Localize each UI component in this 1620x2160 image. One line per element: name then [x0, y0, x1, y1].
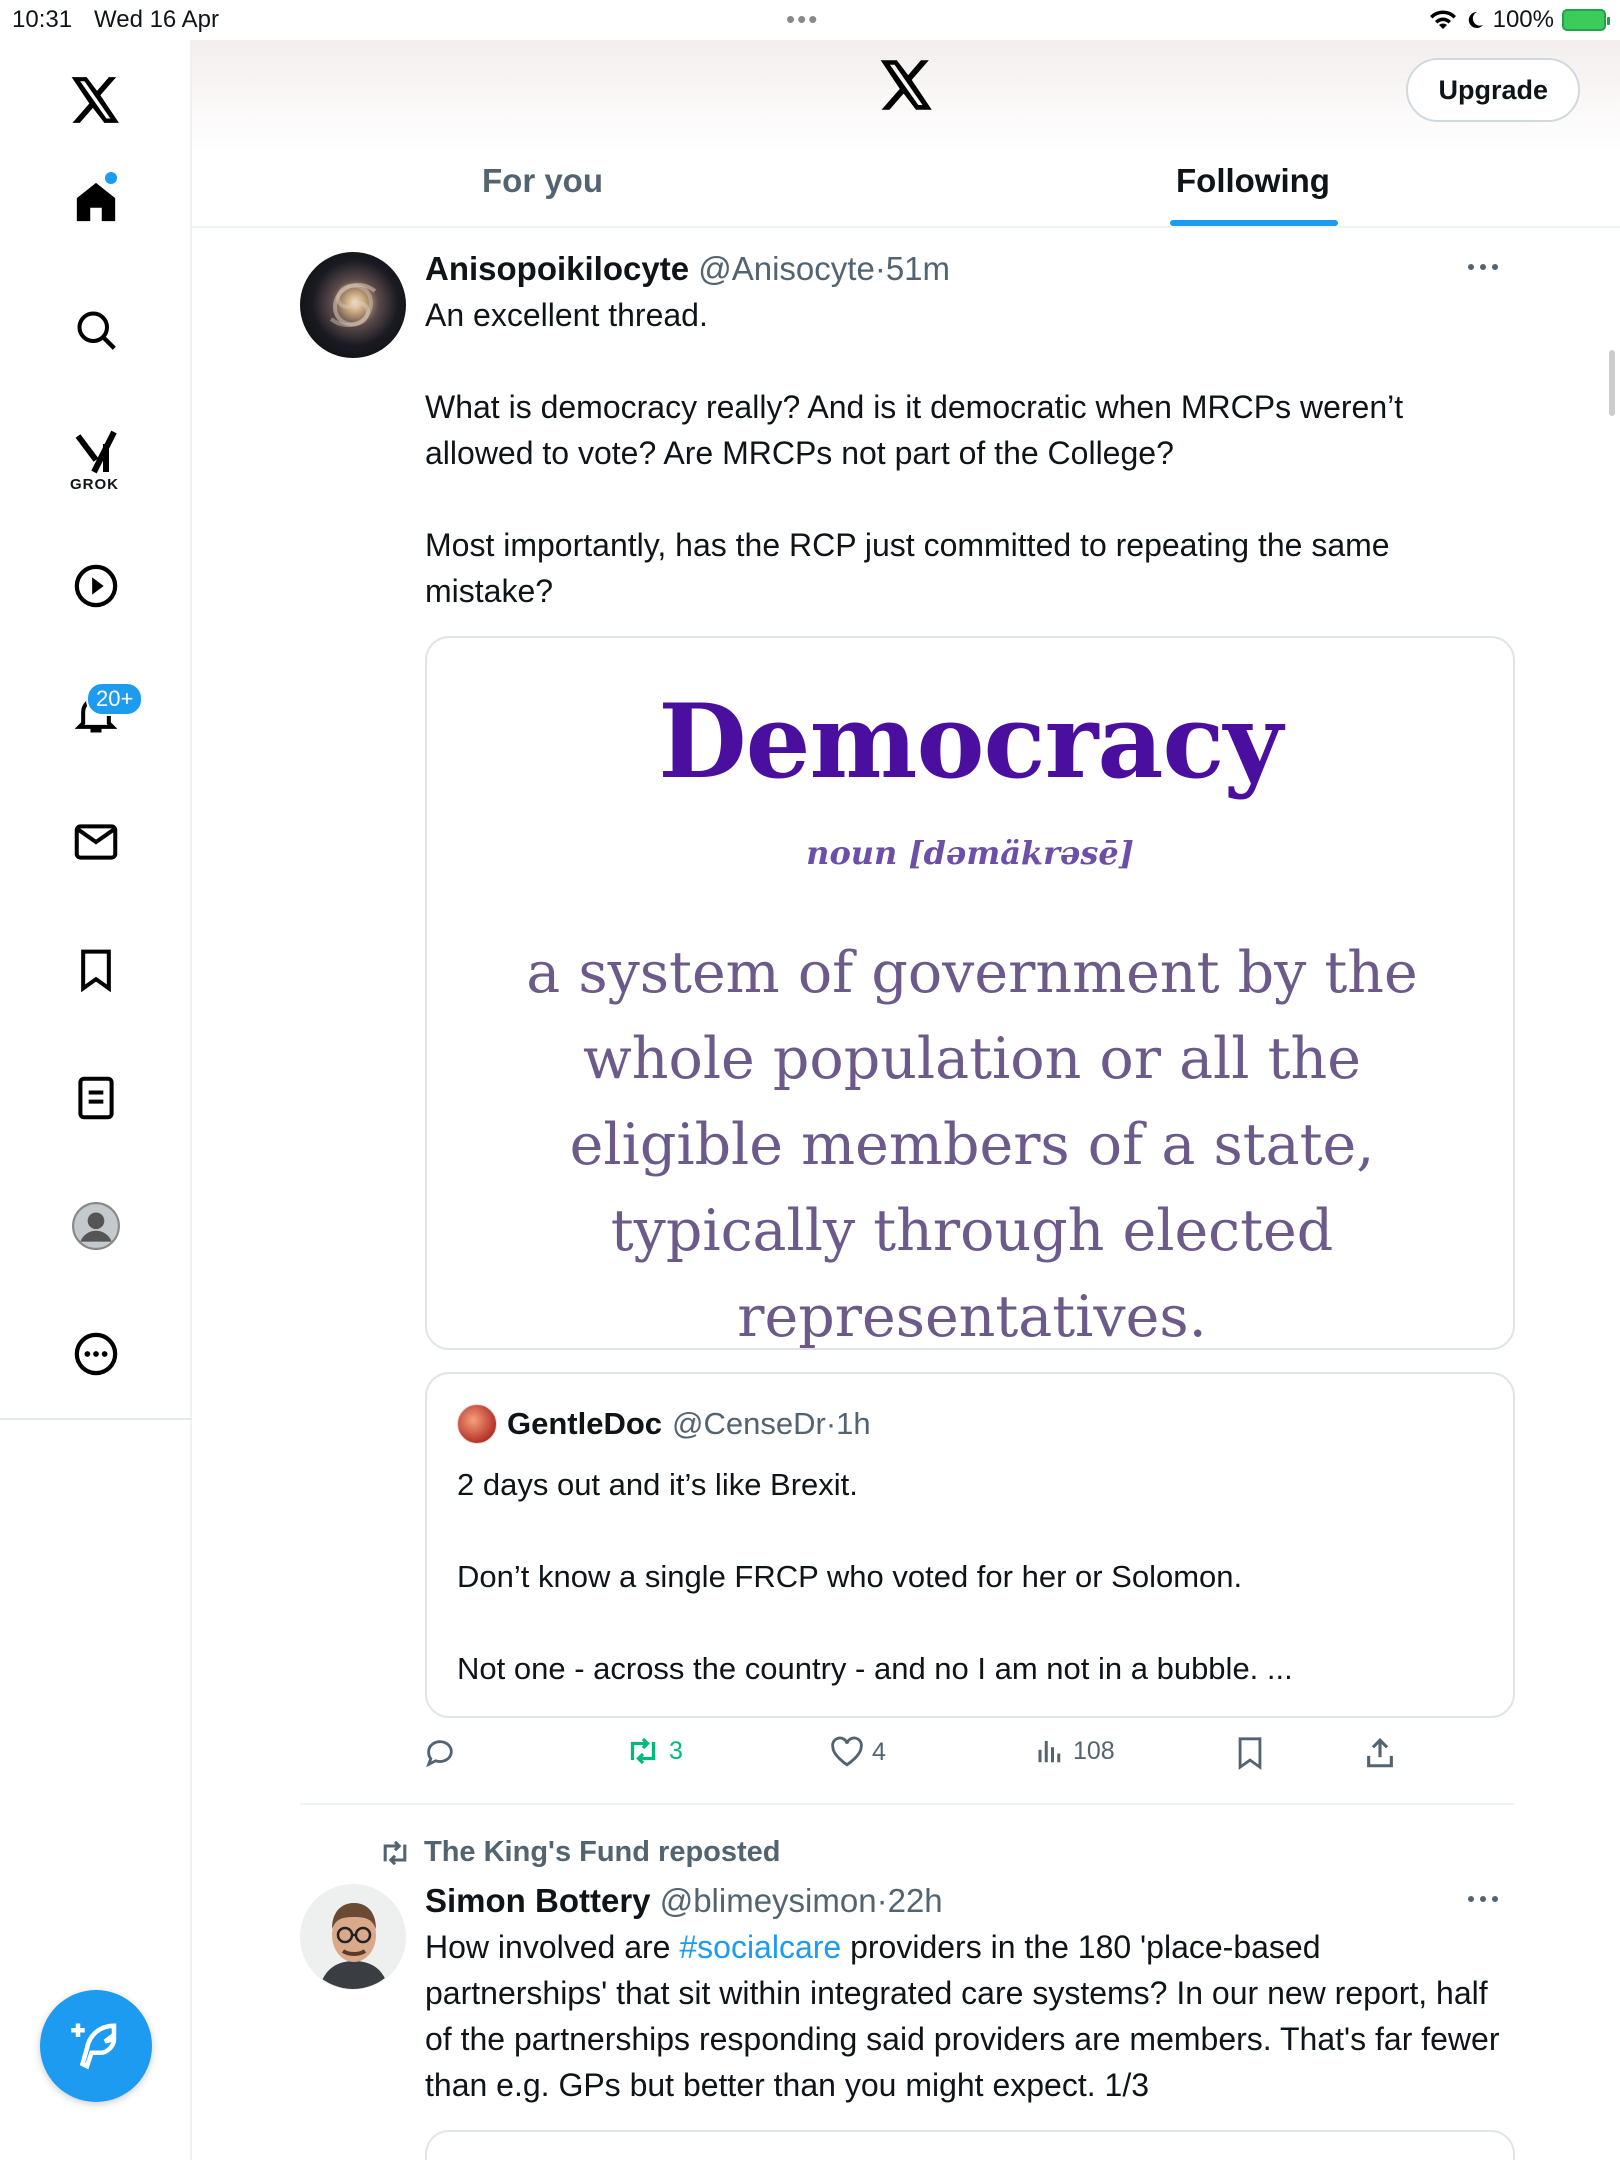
profile-icon[interactable]: [64, 1194, 128, 1258]
notifications-badge: 20+: [86, 682, 144, 716]
bookmark-button[interactable]: [1235, 1736, 1265, 1770]
grok-icon[interactable]: [64, 420, 128, 484]
post-author-line: Anisopoikilocyte @Anisocyte·51m: [425, 250, 950, 288]
more-options-icon[interactable]: [1465, 1894, 1501, 1904]
separator-dot: ·: [876, 1882, 888, 1919]
reply-button[interactable]: [423, 1736, 457, 1770]
sidebar: GROK 20+: [0, 40, 192, 2160]
wifi-icon: [1429, 10, 1456, 29]
post-time[interactable]: 22h: [888, 1882, 943, 1919]
grok-label: GROK: [70, 476, 119, 493]
post-text: How involved are #socialcare providers i…: [425, 1929, 1500, 2103]
image-pronunciation: noun [dəmäkrəsē]: [806, 834, 1134, 872]
avatar[interactable]: [300, 252, 406, 358]
more-icon[interactable]: [64, 1322, 128, 1386]
quoted-author-handle: @CenseDr·1h: [672, 1406, 871, 1441]
messages-icon[interactable]: [64, 810, 128, 874]
battery-percent: 100%: [1492, 6, 1554, 33]
author-name[interactable]: Anisopoikilocyte: [425, 250, 689, 287]
repost-indicator[interactable]: The King's Fund reposted: [378, 1836, 781, 1869]
like-count: 4: [872, 1737, 886, 1766]
share-icon: [1367, 1738, 1393, 1768]
upgrade-button[interactable]: Upgrade: [1406, 58, 1580, 122]
repost-icon: [630, 1737, 656, 1765]
person-photo-icon: [301, 1885, 405, 1989]
post-author-line: Simon Bottery @blimeysimon·22h: [425, 1882, 943, 1920]
repost-count: 3: [669, 1736, 683, 1765]
status-time: 10:31: [12, 6, 73, 33]
multitasking-dots[interactable]: •••: [786, 4, 819, 35]
quoted-text: 2 days out and it’s like Brexit. Don’t k…: [457, 1467, 1293, 1686]
status-bar: 10:31 Wed 16 Apr ••• 100%: [0, 0, 1620, 40]
compose-feather-icon: [71, 2023, 117, 2070]
post-separator: [300, 1803, 1515, 1805]
views-button[interactable]: 108: [1035, 1736, 1115, 1766]
tab-for-you[interactable]: For you: [482, 162, 603, 200]
quoted-avatar: [457, 1404, 497, 1444]
more-options-icon[interactable]: [1465, 262, 1501, 272]
status-right: 100%: [1429, 6, 1610, 34]
sidebar-divider: [0, 1418, 192, 1420]
moon-icon: [1468, 11, 1483, 28]
hashtag-link[interactable]: #socialcare: [679, 1929, 841, 1965]
scrollbar[interactable]: [1609, 350, 1615, 416]
lists-icon[interactable]: [64, 1066, 128, 1130]
bookmarks-icon[interactable]: [64, 938, 128, 1002]
views-count: 108: [1073, 1736, 1115, 1765]
reply-icon: [426, 1740, 453, 1768]
author-name[interactable]: Simon Bottery: [425, 1882, 651, 1919]
post-time[interactable]: 51m: [886, 250, 950, 287]
compose-post-button[interactable]: [40, 1990, 152, 2102]
quoted-author-name: GentleDoc: [507, 1406, 663, 1441]
search-icon[interactable]: [64, 298, 128, 362]
galaxy-icon: [329, 282, 377, 328]
quoted-author-line: GentleDoc @CenseDr·1h: [457, 1404, 871, 1444]
timeline-header: Upgrade For you Following: [192, 40, 1620, 228]
post[interactable]: Anisopoikilocyte @Anisocyte·51m An excel…: [300, 250, 1515, 1800]
bookmark-icon: [1238, 1737, 1262, 1770]
repost-label: The King's Fund reposted: [424, 1836, 781, 1868]
post-image[interactable]: Democracy noun [dəmäkrəsē] a system of g…: [425, 636, 1515, 1350]
separator-dot: ·: [874, 250, 886, 287]
post-actions: 3 4 108: [425, 1736, 1515, 1786]
repost-icon: [383, 1840, 407, 1865]
like-button[interactable]: 4: [830, 1736, 886, 1768]
image-title: Democracy: [658, 682, 1283, 802]
heart-icon: [831, 1736, 863, 1767]
x-logo-icon[interactable]: [64, 68, 128, 132]
repost-button[interactable]: 3: [625, 1736, 683, 1766]
views-icon: [1038, 1741, 1061, 1763]
video-icon[interactable]: [64, 554, 128, 618]
author-handle[interactable]: @Anisocyte: [698, 250, 875, 287]
x-logo-icon: [880, 60, 934, 115]
home-icon[interactable]: [64, 170, 128, 234]
tab-following[interactable]: Following: [1176, 162, 1330, 200]
post-media-preview[interactable]: [425, 2130, 1515, 2160]
avatar[interactable]: [300, 1884, 406, 1990]
share-button[interactable]: [1363, 1736, 1397, 1770]
post-text: An excellent thread. What is democracy r…: [425, 297, 1404, 609]
status-date: Wed 16 Apr: [94, 6, 219, 33]
active-tab-indicator: [1170, 220, 1338, 226]
unread-dot: [105, 172, 117, 184]
quoted-post[interactable]: GentleDoc @CenseDr·1h 2 days out and it’…: [425, 1372, 1515, 1718]
image-definition: a system of government by the whole popu…: [526, 940, 1418, 1350]
author-handle[interactable]: @blimeysimon: [660, 1882, 877, 1919]
post[interactable]: Simon Bottery @blimeysimon·22h How invol…: [300, 1882, 1515, 2160]
battery-icon: [1562, 9, 1610, 31]
